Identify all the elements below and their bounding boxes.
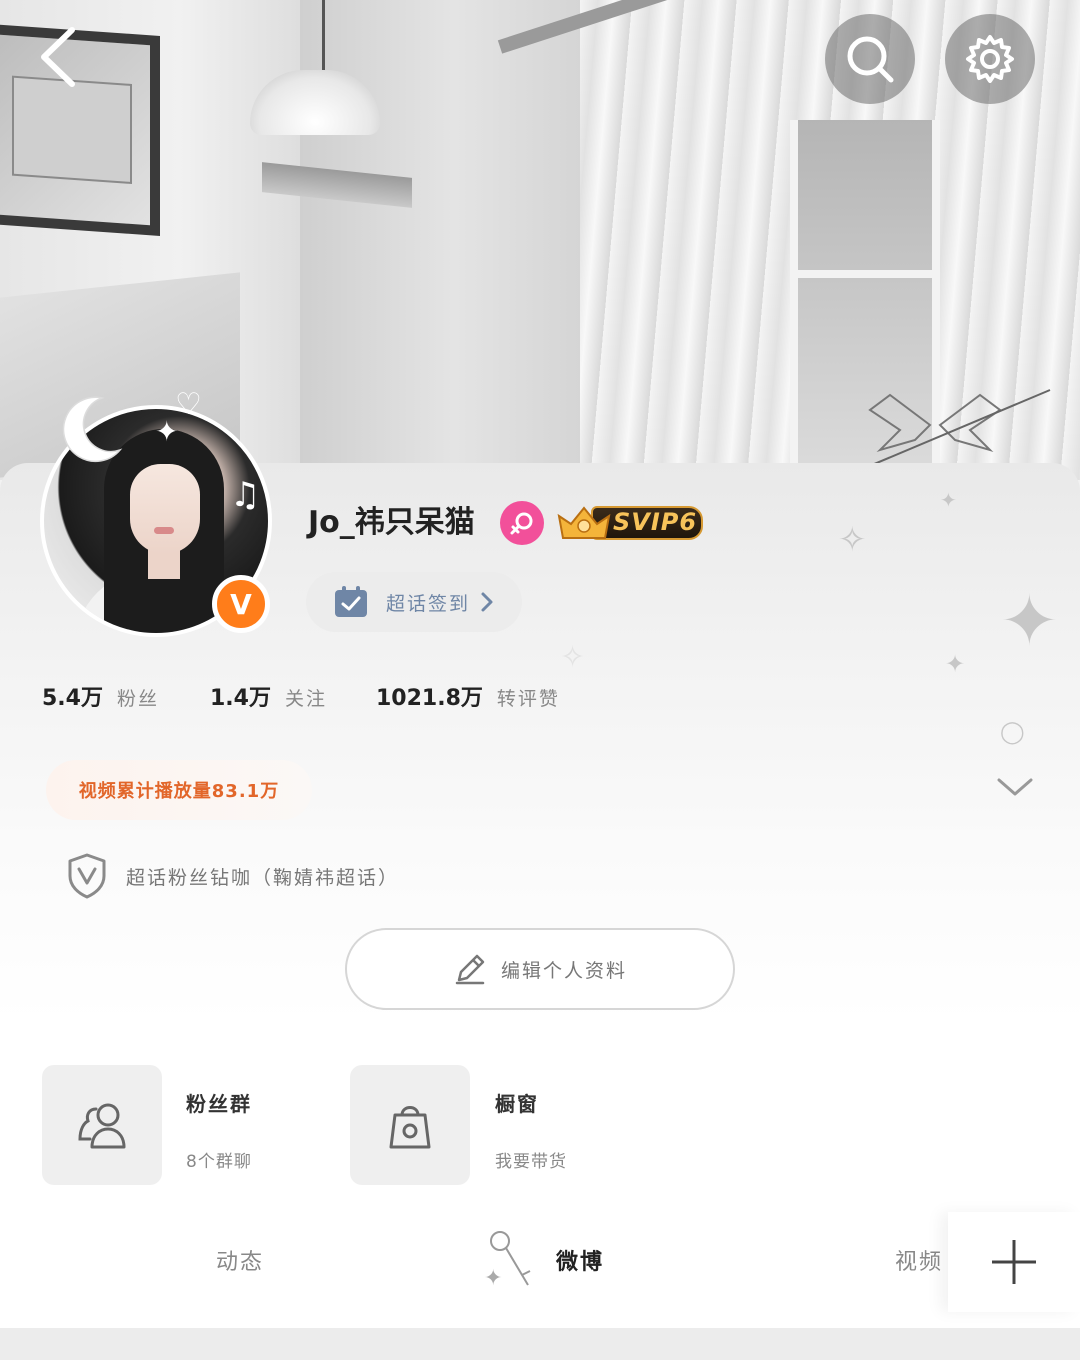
chevron-down-icon[interactable] — [995, 772, 1035, 802]
cover-lamp-cord — [322, 0, 325, 75]
shield-v-icon — [68, 853, 106, 899]
tab-weibo[interactable]: 微博 — [556, 1244, 604, 1276]
fan-group-subtitle: 8个群聊 — [186, 1152, 252, 1172]
sparkle-decoration-icon: ✦ — [945, 650, 966, 678]
sparkle-decoration-icon: ✧ — [560, 640, 586, 675]
bottom-divider — [0, 1328, 1080, 1360]
engagement-count: 1021.8万 — [376, 686, 483, 711]
svip-badge[interactable]: SVIP6 — [555, 502, 705, 544]
username: Jo_祎只呆猫 — [308, 505, 475, 540]
video-views-badge[interactable]: 视频累计播放量83.1万 — [46, 760, 312, 820]
female-icon — [510, 512, 533, 535]
following-label: 关注 — [284, 688, 327, 710]
key-decoration-icon: ✦ — [484, 1231, 531, 1291]
users-icon — [78, 1103, 126, 1149]
moon-decoration-icon — [62, 396, 123, 463]
following-stat[interactable]: 1.4万 关注 — [210, 680, 327, 712]
gear-icon — [966, 35, 1014, 83]
calendar-check-icon — [335, 586, 367, 617]
fan-group-tile[interactable] — [42, 1065, 162, 1185]
sparkle-decoration-icon: ✦ — [1000, 580, 1059, 662]
fan-group-title[interactable]: 粉丝群 — [186, 1088, 252, 1117]
heart-decoration-icon: ♡ — [175, 387, 202, 422]
pencil-icon — [455, 954, 485, 985]
following-count: 1.4万 — [210, 686, 271, 711]
sparkle-decoration-icon: ✧ — [838, 520, 867, 560]
engagement-stat[interactable]: 1021.8万 转评赞 — [376, 680, 560, 712]
checkin-label: 超话签到 — [386, 592, 471, 615]
back-button[interactable] — [30, 22, 90, 92]
search-button[interactable] — [825, 14, 915, 104]
edit-profile-button[interactable]: 编辑个人资料 — [345, 928, 735, 1010]
showcase-subtitle: 我要带货 — [495, 1152, 567, 1172]
chevron-left-icon — [41, 27, 75, 87]
sparkle-decoration-icon: ◯ — [1000, 720, 1025, 745]
settings-button[interactable] — [945, 14, 1035, 104]
engagement-label: 转评赞 — [496, 688, 560, 710]
superfan-row[interactable]: 超话粉丝钻咖（鞠婧祎超话） — [66, 852, 399, 900]
sparkle-decoration-icon: ✦ — [940, 488, 957, 512]
cover-window-bar — [790, 270, 940, 278]
search-icon — [847, 36, 894, 83]
shopping-bag-icon — [389, 1106, 431, 1149]
checkin-button[interactable]: 超话签到 — [306, 572, 522, 632]
plus-icon — [992, 1240, 1036, 1284]
showcase-title[interactable]: 橱窗 — [495, 1088, 539, 1117]
followers-stat[interactable]: 5.4万 粉丝 — [42, 680, 159, 712]
svip-label: SVIP6 — [613, 508, 698, 536]
chevron-right-icon — [481, 592, 493, 612]
superfan-title: 超话粉丝钻咖（鞠婧祎超话） — [126, 866, 400, 889]
tab-video[interactable]: 视频 — [895, 1244, 943, 1276]
crown-icon — [557, 506, 611, 539]
tab-feed[interactable]: 动态 — [216, 1244, 264, 1276]
gender-badge — [500, 501, 544, 545]
verified-badge[interactable]: V — [212, 575, 270, 633]
followers-count: 5.4万 — [42, 686, 103, 711]
followers-label: 粉丝 — [116, 688, 159, 710]
add-button[interactable] — [948, 1212, 1080, 1312]
svg-text:✦: ✦ — [484, 1266, 502, 1291]
edit-profile-label: 编辑个人资料 — [500, 959, 627, 982]
music-note-icon: ♫ — [230, 475, 261, 515]
showcase-tile[interactable] — [350, 1065, 470, 1185]
